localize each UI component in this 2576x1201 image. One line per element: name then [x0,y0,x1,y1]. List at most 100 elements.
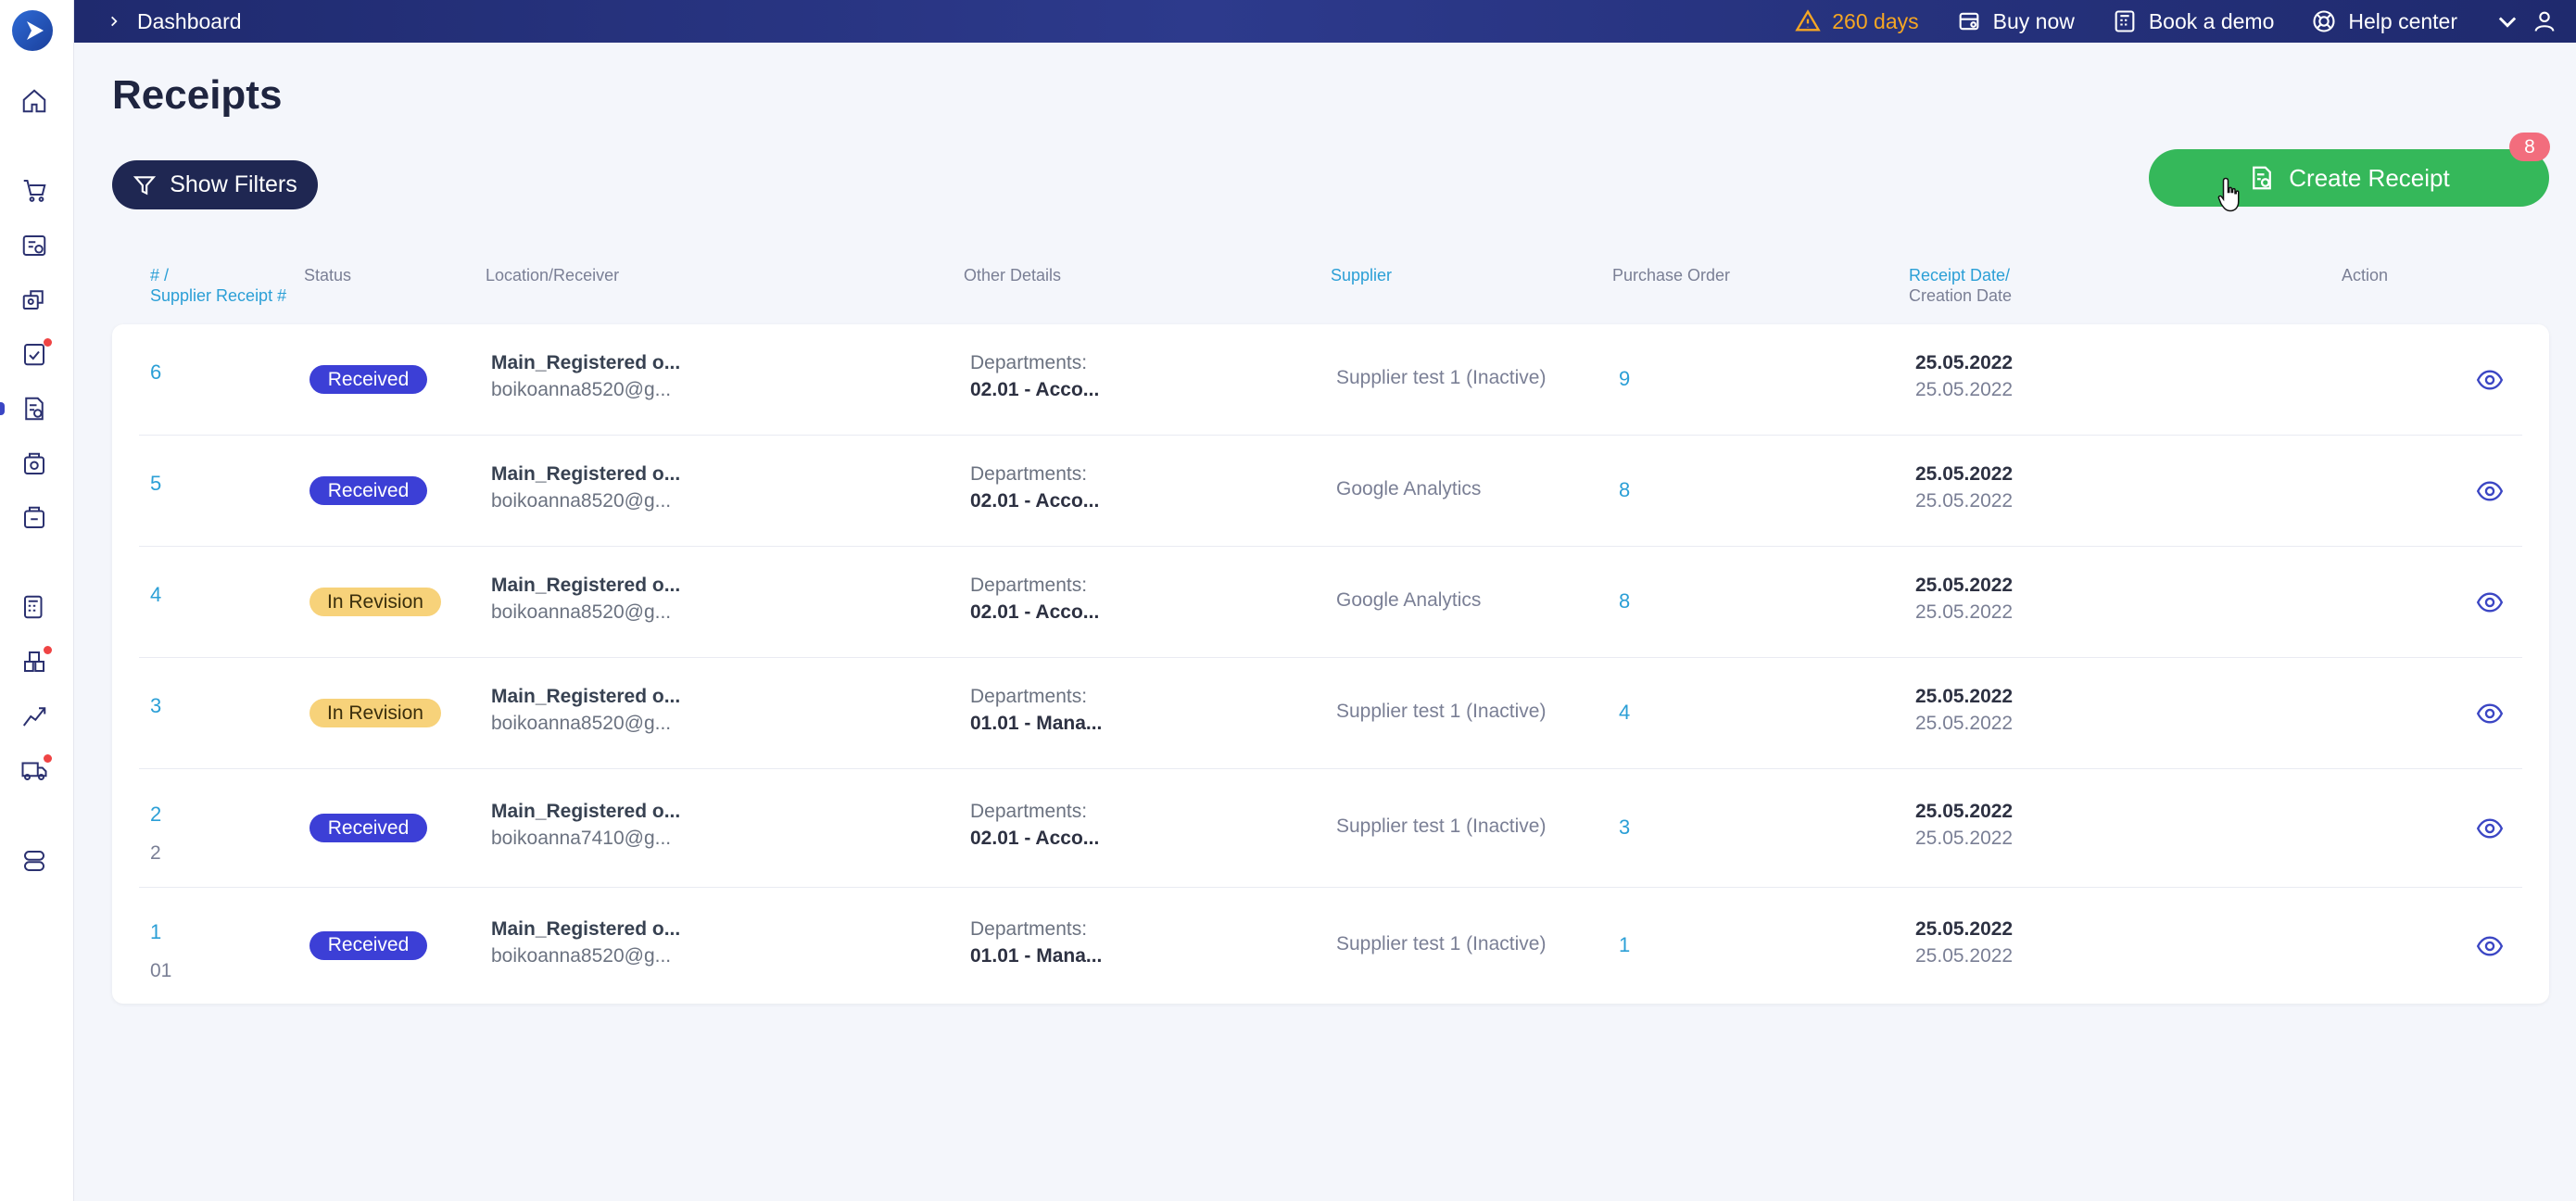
department-value: 01.01 - Mana... [970,944,1103,967]
receipt-date: 25.05.2022 [1915,917,2014,940]
view-eye-icon[interactable] [2476,589,2504,615]
user-menu[interactable] [2494,8,2557,34]
trial-days[interactable]: 260 days [1795,8,1919,34]
home-icon[interactable] [19,85,50,117]
column-header-date[interactable]: Receipt Date/ Creation Date [1909,265,2012,306]
lifebuoy-icon [2313,10,2335,32]
notification-dot [44,646,52,654]
show-filters-button[interactable]: Show Filters [112,160,318,209]
purchase-order-link[interactable]: 8 [1619,478,1630,502]
receipt-icon [1959,12,1979,31]
chevron-right-icon [111,16,118,27]
department-value: 02.01 - Acco... [970,490,1100,512]
payments-icon[interactable] [19,502,50,534]
receipt-date: 25.05.2022 [1915,463,2014,485]
receiver-email: boikoanna7410@g... [491,828,672,849]
receipt-number-link[interactable]: 2 [150,803,161,827]
departments-label: Departments: [970,575,1088,596]
analytics-icon[interactable] [19,701,50,732]
receipt-date: 25.05.2022 [1915,686,2014,707]
supplier-receipt-number: 01 [150,959,172,981]
location-name: Main_Registered o... [491,686,681,707]
table-row[interactable]: 1 01 Received Main_Registered o... boikoanna… [112,888,2549,1004]
column-header-location: Location/Receiver [486,266,620,284]
table-row[interactable]: 6 Received Main_Registered o... boikoanna85… [112,324,2549,436]
receipt-number-link[interactable]: 1 [150,920,161,944]
status-badge: In Revision [309,699,441,727]
invoices-icon[interactable] [19,449,50,480]
column-header-other-details: Other Details [964,266,1062,284]
department-value: 02.01 - Acco... [970,601,1100,623]
departments-label: Departments: [970,352,1088,373]
notification-badge: 8 [2509,133,2550,161]
purchase-order-link[interactable]: 4 [1619,701,1630,725]
calculator-icon [2115,10,2135,32]
book-demo-link[interactable]: Book a demo [2112,8,2274,34]
location-name: Main_Registered o... [491,352,681,373]
page-title: Receipts [112,72,283,118]
active-nav-marker [0,402,5,415]
creation-date: 25.05.2022 [1915,828,2014,849]
app-logo[interactable] [12,10,53,51]
column-header-supplier[interactable]: Supplier [1331,265,1392,285]
receipt-number-link[interactable]: 6 [150,360,161,385]
supplier-name: Supplier test 1 (Inactive) [1336,367,1547,388]
suppliers-icon[interactable] [19,284,50,315]
location-name: Main_Registered o... [491,801,681,822]
view-eye-icon[interactable] [2476,933,2504,959]
notification-dot [44,754,52,763]
receipts-icon[interactable] [19,393,50,424]
departments-label: Departments: [970,801,1088,822]
receipt-number-link[interactable]: 5 [150,472,161,496]
inventory-icon[interactable] [19,646,52,677]
view-eye-icon[interactable] [2476,701,2504,727]
receiver-email: boikoanna8520@g... [491,601,672,623]
view-eye-icon[interactable] [2476,478,2504,504]
receipt-number-link[interactable]: 4 [150,583,161,607]
chevron-down-icon [2498,17,2517,28]
creation-date: 25.05.2022 [1915,490,2014,512]
department-value: 01.01 - Mana... [970,713,1103,734]
requests-icon[interactable] [19,230,50,261]
creation-date: 25.05.2022 [1915,713,2014,734]
filter-icon [133,175,157,195]
receipt-add-icon [2253,166,2272,190]
table-row[interactable]: 3 In Revision Main_Registered o... boikoann… [112,658,2549,769]
table-row[interactable]: 5 Received Main_Registered o... boikoanna85… [112,436,2549,547]
approvals-icon[interactable] [19,338,52,370]
status-badge: Received [309,930,427,960]
cart-icon[interactable] [19,174,50,206]
buy-now-link[interactable]: Buy now [1956,8,2075,34]
supplier-name: Google Analytics [1336,589,1482,611]
create-receipt-button[interactable]: Create Receipt [2149,149,2549,207]
purchase-order-link[interactable]: 9 [1619,367,1630,391]
help-center-link[interactable]: Help center [2311,8,2457,34]
purchase-order-link[interactable]: 3 [1619,815,1630,840]
creation-date: 25.05.2022 [1915,944,2014,967]
receipt-number-link[interactable]: 3 [150,694,161,718]
supplier-name: Supplier test 1 (Inactive) [1336,701,1547,722]
budget-icon[interactable] [19,591,50,623]
breadcrumb-label[interactable]: Dashboard [137,9,242,34]
location-name: Main_Registered o... [491,463,681,485]
notification-dot [44,338,52,347]
purchase-order-link[interactable]: 8 [1619,589,1630,613]
column-header-purchase-order: Purchase Order [1612,266,1731,284]
supplier-name: Supplier test 1 (Inactive) [1336,932,1547,954]
departments-label: Departments: [970,463,1088,485]
purchase-order-link[interactable]: 1 [1619,933,1630,957]
status-badge: Received [309,476,427,505]
table-row[interactable]: 4 In Revision Main_Registered o... boikoann… [112,547,2549,658]
table-row[interactable]: 2 2 Received Main_Registered o... boikoanna7… [112,769,2549,888]
sidebar [0,0,74,1201]
delivery-icon[interactable] [19,754,52,786]
department-value: 02.01 - Acco... [970,379,1100,400]
receiver-email: boikoanna8520@g... [491,713,672,734]
view-eye-icon[interactable] [2476,367,2504,393]
settings-icon[interactable] [19,845,50,877]
receipts-table: 6 Received Main_Registered o... boikoanna85… [112,324,2549,1004]
departments-label: Departments: [970,917,1088,940]
column-header-number[interactable]: # / Supplier Receipt # [150,265,286,306]
view-eye-icon[interactable] [2476,815,2504,841]
breadcrumb[interactable]: Dashboard [107,0,242,43]
